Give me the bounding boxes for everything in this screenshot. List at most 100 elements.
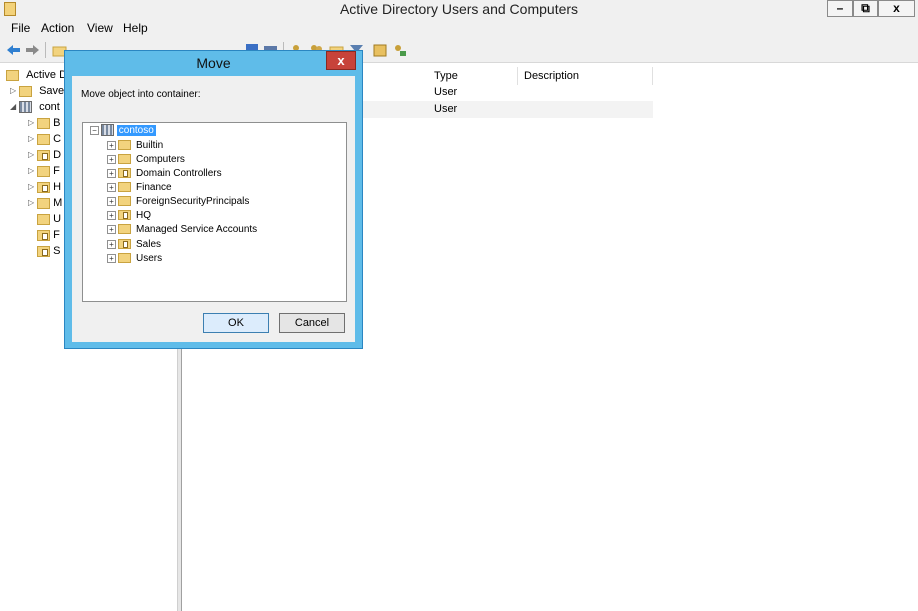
tree-node-users[interactable]: + Users: [107, 252, 162, 266]
title-bar: Active Directory Users and Computers – ⧉…: [0, 0, 918, 19]
expand-box-icon[interactable]: +: [107, 210, 116, 220]
tree-item-label: H: [53, 181, 62, 193]
list-row[interactable]: User: [363, 101, 653, 118]
expand-box-icon[interactable]: +: [107, 224, 116, 234]
expand-arrow-icon[interactable]: ▷: [28, 179, 37, 195]
ou-folder-icon: [118, 210, 131, 221]
expand-box-icon[interactable]: +: [107, 140, 116, 150]
tree-item-container[interactable]: F: [37, 227, 60, 243]
tree-node-managed-service-accounts[interactable]: + Managed Service Accounts: [107, 223, 257, 237]
container-tree[interactable]: − contoso + Builtin + Computers + Domain Co…: [82, 122, 347, 302]
dialog-title: Move: [196, 55, 231, 71]
tree-item-container[interactable]: U: [37, 211, 61, 227]
tree-node-label: Domain Controllers: [136, 168, 222, 179]
minimize-button[interactable]: –: [827, 0, 853, 17]
tree-item-label: F: [53, 229, 60, 241]
folder-icon: [37, 165, 50, 177]
expand-arrow-icon[interactable]: ▷: [28, 163, 37, 179]
tree-item-domain[interactable]: ◢ cont: [10, 99, 60, 115]
tree-item-saved-queries[interactable]: ▷ Save: [10, 83, 64, 99]
column-header-type[interactable]: Type: [428, 67, 518, 85]
tree-item-label: S: [53, 245, 61, 257]
tree-node-computers[interactable]: + Computers: [107, 153, 185, 167]
expand-arrow-icon[interactable]: ▷: [28, 147, 37, 163]
tree-item-label: B: [53, 117, 61, 129]
collapse-arrow-icon[interactable]: ◢: [10, 99, 19, 115]
expand-arrow-icon[interactable]: ▷: [28, 115, 37, 131]
tree-item-container[interactable]: ▷ C: [28, 131, 61, 147]
tree-node-label: Managed Service Accounts: [136, 224, 258, 235]
add-to-group-icon[interactable]: [373, 43, 388, 57]
toolbar-separator: [45, 42, 46, 58]
list-cell-type: User: [434, 103, 458, 115]
tree-item-label: D: [53, 149, 62, 161]
ok-button[interactable]: OK: [203, 313, 269, 333]
tree-node-hq[interactable]: + HQ: [107, 209, 151, 223]
tree-node-contoso[interactable]: − contoso: [90, 124, 156, 138]
close-window-button[interactable]: x: [878, 0, 915, 17]
list-row[interactable]: User: [434, 84, 654, 101]
expand-box-icon[interactable]: +: [107, 253, 116, 263]
tree-node-domain-controllers[interactable]: + Domain Controllers: [107, 167, 222, 181]
delegate-icon[interactable]: [392, 43, 407, 57]
list-cell-type: User: [434, 86, 458, 98]
expand-box-icon[interactable]: +: [107, 196, 116, 206]
folder-icon: [118, 182, 131, 193]
tree-node-label: Finance: [136, 182, 172, 193]
folder-icon: [118, 224, 131, 235]
expand-box-icon[interactable]: +: [107, 182, 116, 192]
tree-node-label: Sales: [136, 239, 162, 250]
folder-icon: [118, 154, 131, 165]
cancel-button[interactable]: Cancel: [279, 313, 345, 333]
tree-node-label: HQ: [136, 210, 151, 221]
ou-folder-icon: [118, 168, 131, 179]
dialog-body: Move object into container: − contoso + B…: [72, 76, 355, 342]
tree-node-foreign-security-principals[interactable]: + ForeignSecurityPrincipals: [107, 195, 249, 209]
domain-icon: [101, 124, 114, 137]
restore-button[interactable]: ⧉: [853, 0, 878, 17]
tree-item-container[interactable]: ▷ H: [28, 179, 61, 195]
tree-item-root[interactable]: Active D: [6, 67, 67, 83]
menu-help[interactable]: Help: [123, 21, 148, 35]
expand-box-icon[interactable]: +: [107, 239, 116, 249]
move-dialog: Move x Move object into container: − con…: [64, 50, 363, 349]
ou-folder-icon: [37, 229, 50, 241]
collapse-box-icon[interactable]: −: [90, 125, 99, 135]
tree-node-sales[interactable]: + Sales: [107, 238, 161, 252]
folder-icon: [118, 140, 131, 151]
menu-action[interactable]: Action: [41, 21, 74, 35]
tree-node-label: ForeignSecurityPrincipals: [136, 196, 250, 207]
back-arrow-icon[interactable]: [6, 43, 21, 57]
menu-view[interactable]: View: [87, 21, 113, 35]
forward-arrow-icon[interactable]: [25, 43, 40, 57]
tree-node-finance[interactable]: + Finance: [107, 181, 172, 195]
tree-item-label: F: [53, 165, 60, 177]
tree-item-label: C: [53, 133, 62, 145]
window-title: Active Directory Users and Computers: [339, 1, 579, 17]
tree-item-container[interactable]: S: [37, 243, 60, 259]
folder-icon: [118, 253, 131, 264]
folder-icon: [37, 117, 50, 129]
tree-item-container[interactable]: ▷ M: [28, 195, 62, 211]
expand-arrow-icon[interactable]: ▷: [28, 131, 37, 147]
tree-item-container[interactable]: ▷ B: [28, 115, 60, 131]
tree-item-label: Active D: [26, 69, 68, 81]
ou-folder-icon: [37, 149, 50, 161]
ou-folder-icon: [118, 239, 131, 250]
expand-arrow-icon[interactable]: ▷: [28, 195, 37, 211]
tree-item-container[interactable]: ▷ F: [28, 163, 60, 179]
tree-node-builtin[interactable]: + Builtin: [107, 139, 163, 153]
expand-box-icon[interactable]: +: [107, 154, 116, 164]
menu-file[interactable]: File: [11, 21, 30, 35]
menu-bar: File Action View Help: [0, 19, 918, 38]
move-label: Move object into container:: [81, 89, 201, 100]
folder-icon: [37, 133, 50, 145]
tree-node-label: Computers: [136, 154, 185, 165]
column-header-description[interactable]: Description: [518, 67, 653, 85]
tree-item-container[interactable]: ▷ D: [28, 147, 61, 163]
folder-icon: [37, 197, 50, 209]
expand-arrow-icon[interactable]: ▷: [10, 83, 19, 99]
folder-icon: [19, 85, 32, 97]
dialog-close-button[interactable]: x: [326, 51, 356, 70]
expand-box-icon[interactable]: +: [107, 168, 116, 178]
